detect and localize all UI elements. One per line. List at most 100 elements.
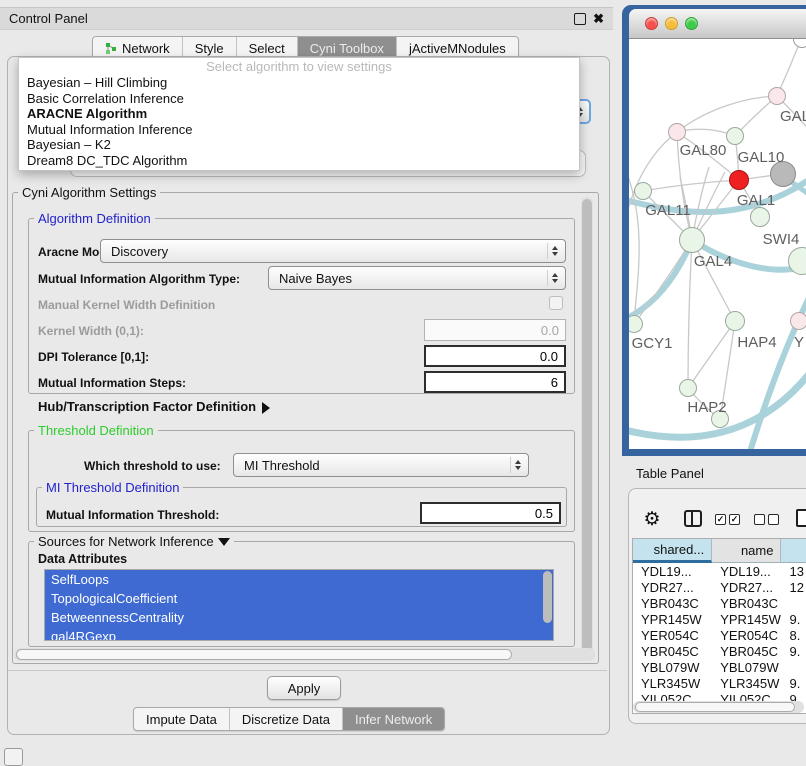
float-panel-icon[interactable] <box>574 13 586 25</box>
sources-group-toggle[interactable]: Sources for Network Inference <box>34 534 234 549</box>
algorithm-option[interactable]: Basic Correlation Inference <box>19 91 579 107</box>
node-label: HAP2 <box>677 399 737 416</box>
tab-impute-data[interactable]: Impute Data <box>134 708 229 730</box>
table-row[interactable]: YBR045CYBR045C9. <box>633 643 806 659</box>
which-threshold-combobox[interactable]: MI Threshold <box>233 453 529 477</box>
table-row[interactable]: YER054CYER054C8. <box>633 627 806 643</box>
node-table: shared... name YDL19...YDL19...13 YDR27.… <box>632 538 806 714</box>
attribute-item[interactable]: gal4RGexp <box>45 627 553 641</box>
table-panel-title: Table Panel <box>636 466 704 481</box>
zoom-traffic-light-icon[interactable] <box>685 17 698 30</box>
data-attributes-list: SelfLoops TopologicalCoefficient Between… <box>44 569 554 641</box>
settings-hscrollbar-thumb[interactable] <box>16 649 512 660</box>
columns-icon[interactable] <box>684 510 702 527</box>
network-node-swi4[interactable] <box>750 207 770 227</box>
settings-group-title: Cyni Algorithm Settings <box>18 185 160 200</box>
attributes-list-scrollbar-thumb[interactable] <box>543 571 552 623</box>
close-traffic-light-icon[interactable] <box>645 17 658 30</box>
network-node-gal11[interactable] <box>634 182 652 200</box>
mi-steps-label: Mutual Information Steps: <box>38 376 186 390</box>
network-view-canvas[interactable]: GAL80 GAL10 GAL1 GAL11 SWI4 GAL4 GCY1 HA… <box>629 39 806 449</box>
table-row[interactable]: YDR27...YDR27...12 <box>633 579 806 595</box>
algorithm-option[interactable]: Mutual Information Inference <box>19 122 579 138</box>
table-hscrollbar-thumb[interactable] <box>635 702 795 712</box>
node-label: Y <box>794 334 806 351</box>
algorithm-option-selected[interactable]: ARACNE Algorithm <box>19 106 579 122</box>
attribute-item[interactable]: SelfLoops <box>45 570 553 589</box>
data-attributes-label: Data Attributes <box>38 552 127 566</box>
table-row[interactable]: YBR043CYBR043C <box>633 595 806 611</box>
manual-kernel-width-label: Manual Kernel Width Definition <box>38 298 215 312</box>
algorithm-option[interactable]: Bayesian – K2 <box>19 137 579 153</box>
algorithm-option[interactable]: Dream8 DC_TDC Algorithm <box>19 153 579 169</box>
dropdown-placeholder: Select algorithm to view settings <box>19 58 579 75</box>
settings-scrollbar-thumb[interactable] <box>582 199 592 651</box>
network-window-titlebar[interactable] <box>629 9 806 39</box>
select-all-checkboxes-icon[interactable]: ✓✓ <box>715 514 740 525</box>
table-row[interactable]: YDL19...YDL19...13 <box>633 563 806 579</box>
aracne-mode-combobox[interactable]: Discovery <box>100 239 566 263</box>
table-row[interactable]: YBL079WYBL079W <box>633 659 806 675</box>
kernel-width-label: Kernel Width (0,1): <box>38 324 144 338</box>
mi-threshold-label: Mutual Information Threshold: <box>46 508 219 522</box>
table-header-row: shared... name <box>633 539 806 563</box>
mi-algorithm-type-label: Mutual Information Algorithm Type: <box>38 272 240 286</box>
dpi-tolerance-field[interactable]: 0.0 <box>424 345 566 367</box>
deselect-all-checkboxes-icon[interactable] <box>754 514 779 525</box>
node-label: GAL10 <box>731 149 791 166</box>
network-node-hap4[interactable] <box>725 311 745 331</box>
spinner-arrows-icon <box>510 457 528 472</box>
which-threshold-label: Which threshold to use: <box>84 459 221 473</box>
node-label: GAL4 <box>683 253 743 270</box>
algorithm-dropdown-list: Select algorithm to view settings Bayesi… <box>18 57 580 171</box>
network-node-y-cut[interactable] <box>790 312 806 330</box>
network-node-gal1-selected[interactable] <box>729 170 749 190</box>
control-panel-titlebar: Control Panel ✖ <box>0 7 613 30</box>
minimized-panel-icon[interactable] <box>4 748 23 766</box>
node-label: GAL11 <box>638 202 698 219</box>
spinner-arrows-icon <box>547 270 565 285</box>
panel-title: Control Panel <box>9 11 88 26</box>
mi-threshold-field[interactable]: 0.5 <box>420 502 561 524</box>
node-label: GAL <box>780 108 806 125</box>
table-row[interactable]: YLR345WYLR345W9. <box>633 675 806 691</box>
network-icon <box>105 42 117 55</box>
tab-discretize-data[interactable]: Discretize Data <box>229 708 342 730</box>
divider <box>8 670 607 671</box>
network-node-gal4[interactable] <box>679 227 705 253</box>
kernel-width-field: 0.0 <box>424 319 566 341</box>
mi-algorithm-type-combobox[interactable]: Naive Bayes <box>268 266 566 290</box>
attribute-item[interactable]: BetweennessCentrality <box>45 608 553 627</box>
collapse-down-icon <box>218 538 230 546</box>
threshold-definition-title: Threshold Definition <box>34 423 158 438</box>
expand-right-icon <box>262 402 270 414</box>
manual-kernel-width-checkbox <box>549 296 563 310</box>
spinner-arrows-icon <box>547 243 565 258</box>
apply-button[interactable]: Apply <box>267 676 341 700</box>
mi-steps-field[interactable]: 6 <box>424 371 566 393</box>
network-node-gal80[interactable] <box>668 123 686 141</box>
attribute-item[interactable]: TopologicalCoefficient <box>45 589 553 608</box>
cyni-bottom-tabbar: Impute Data Discretize Data Infer Networ… <box>133 707 445 731</box>
column-header-cut[interactable] <box>781 539 806 563</box>
tab-infer-network[interactable]: Infer Network <box>342 708 444 730</box>
node-label: GCY1 <box>629 335 682 352</box>
algorithm-definition-title: Algorithm Definition <box>34 211 155 226</box>
mi-threshold-definition-title: MI Threshold Definition <box>42 480 183 495</box>
node-label: HAP4 <box>727 334 787 351</box>
node-label: GAL80 <box>673 142 733 159</box>
column-header-shared[interactable]: shared... <box>633 539 712 563</box>
dpi-tolerance-label: DPI Tolerance [0,1]: <box>38 350 149 364</box>
close-panel-icon[interactable]: ✖ <box>593 12 604 25</box>
new-table-icon[interactable] <box>796 509 806 527</box>
algorithm-option[interactable]: Bayesian – Hill Climbing <box>19 75 579 91</box>
network-node-hap2[interactable] <box>679 379 697 397</box>
hub-definition-toggle[interactable]: Hub/Transcription Factor Definition <box>38 399 270 414</box>
node-label: GAL1 <box>726 192 786 209</box>
gear-icon[interactable]: ⚙ <box>642 509 662 529</box>
node-label: SWI4 <box>751 231 806 248</box>
network-node-gal-cut[interactable] <box>768 87 786 105</box>
minimize-traffic-light-icon[interactable] <box>665 17 678 30</box>
table-row[interactable]: YPR145WYPR145W9. <box>633 611 806 627</box>
column-header-name[interactable]: name <box>712 539 781 563</box>
